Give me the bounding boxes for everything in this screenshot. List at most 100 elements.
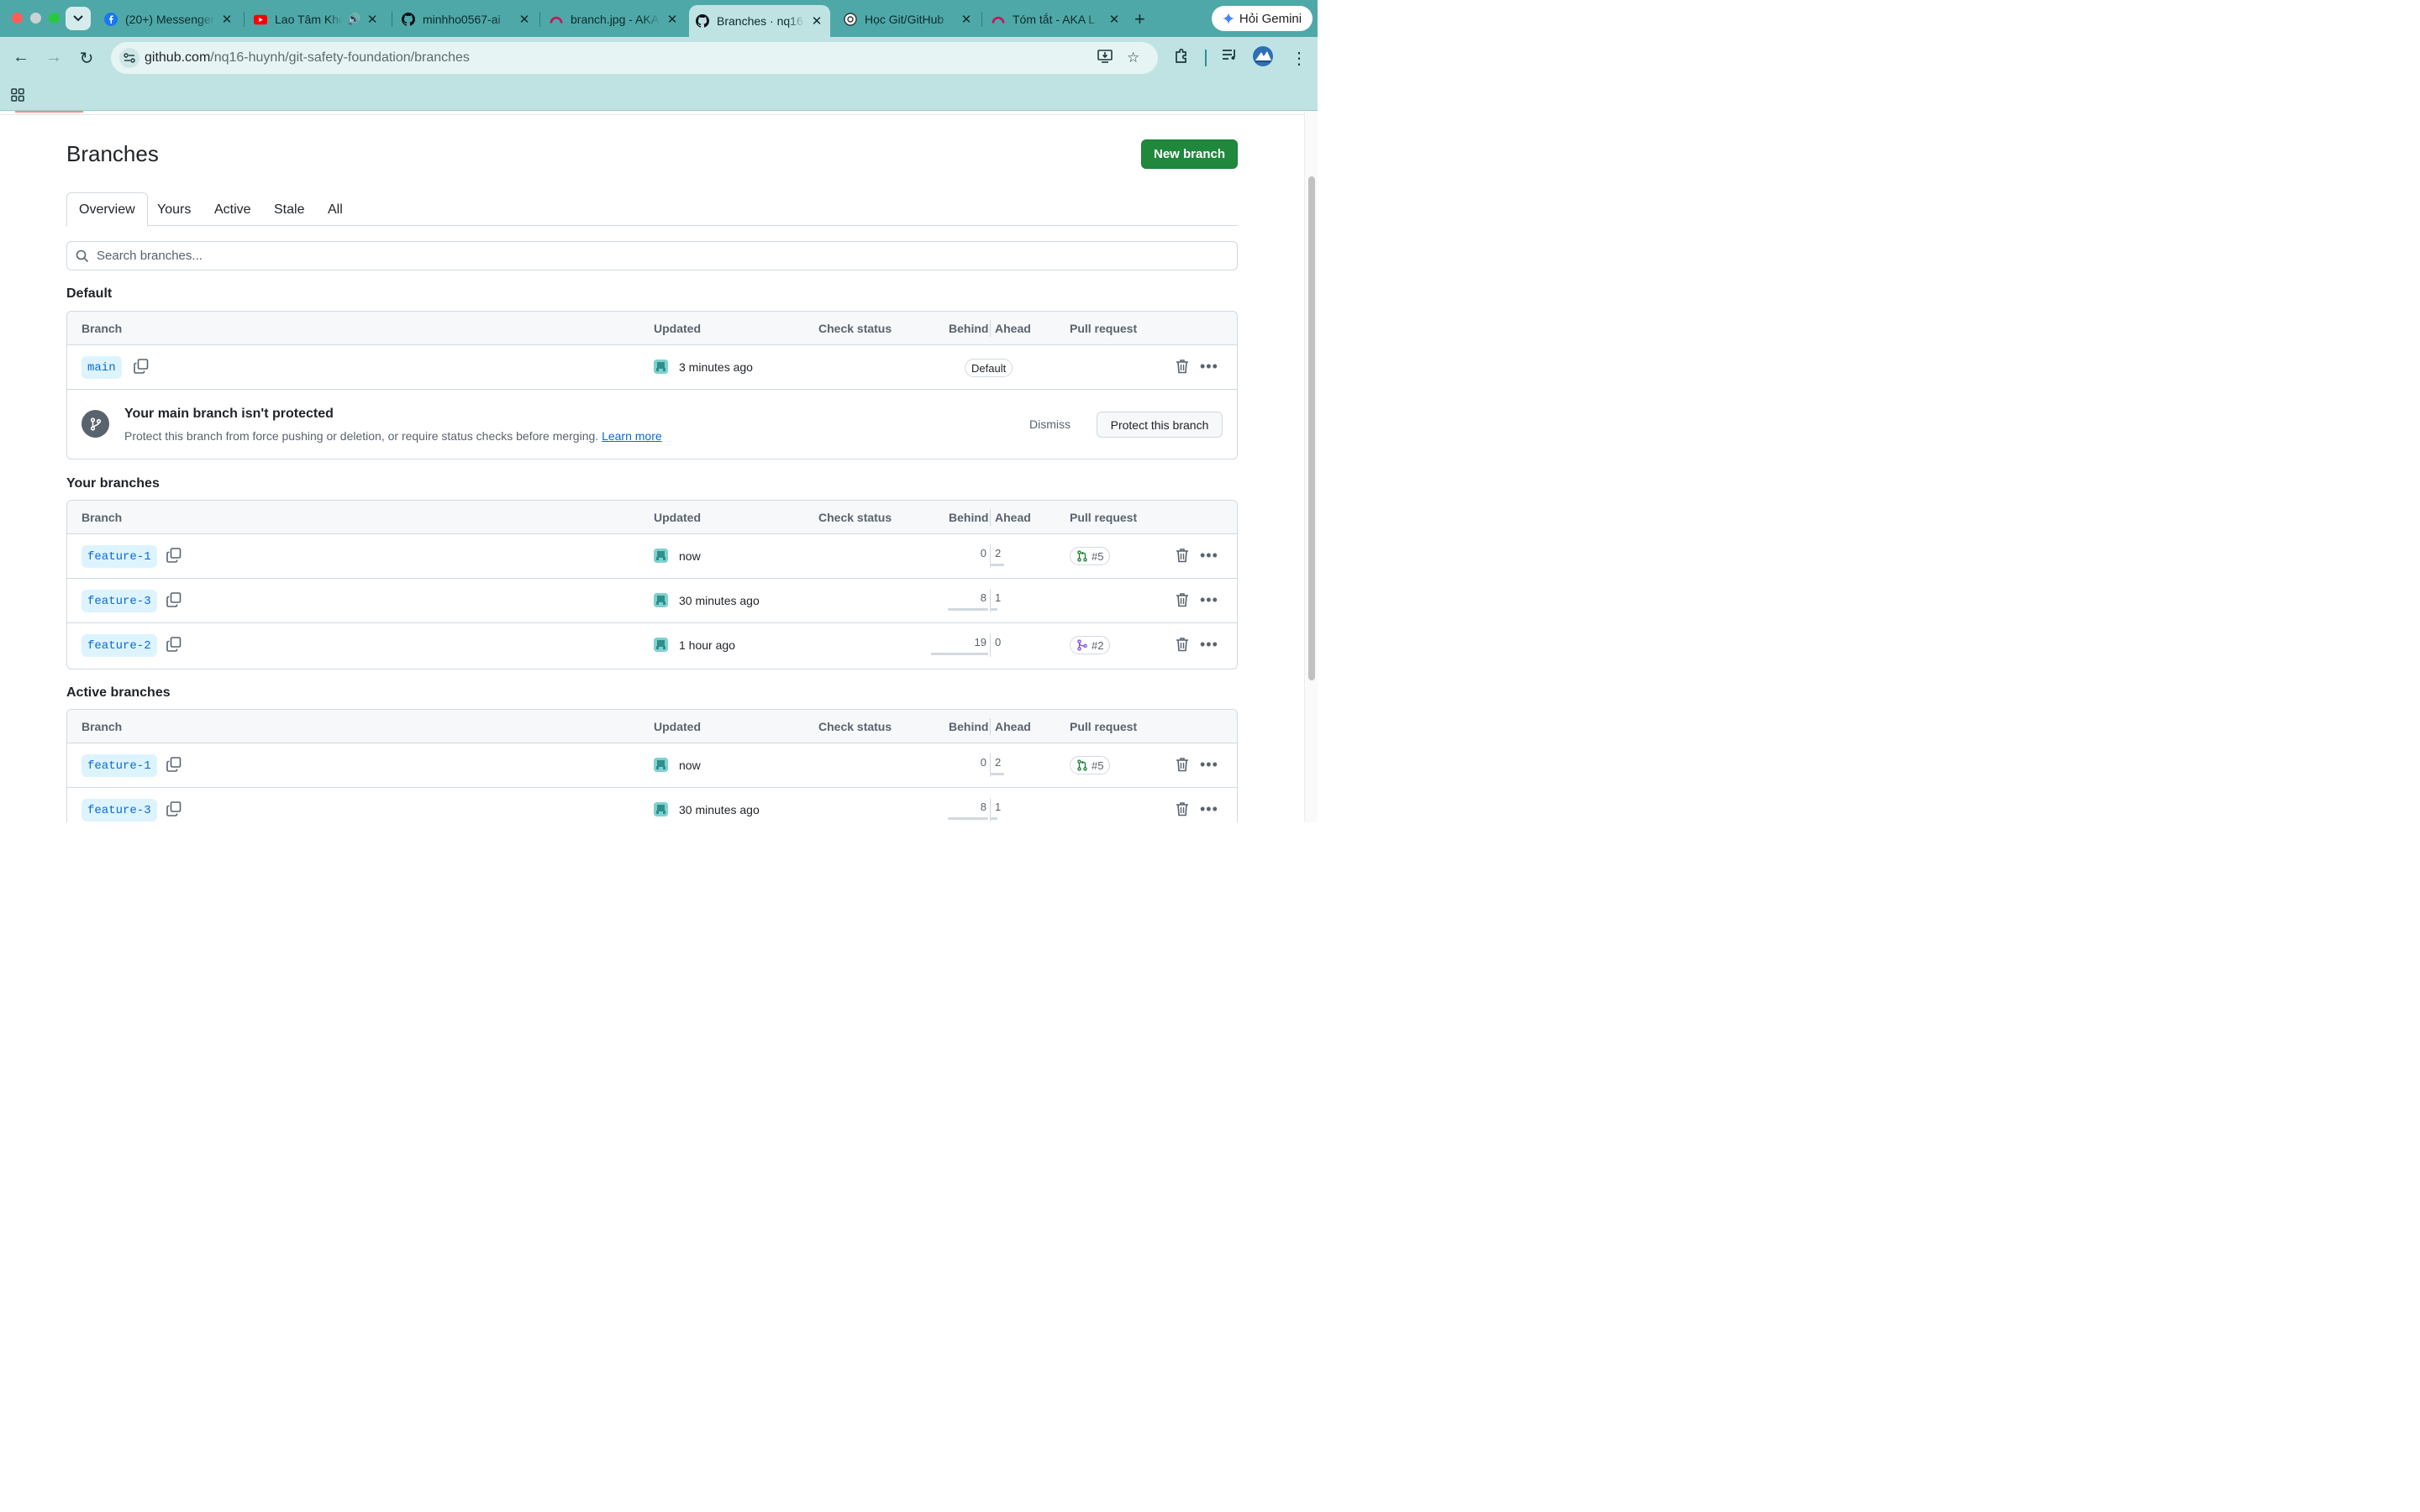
browser-tab[interactable]: Học Git/GitHub ✕ [837, 7, 980, 32]
close-tab-icon[interactable]: ✕ [666, 12, 679, 27]
avatar[interactable] [654, 638, 668, 652]
close-tab-icon[interactable]: ✕ [366, 12, 379, 27]
more-options-icon[interactable]: ••• [1200, 548, 1218, 563]
install-app-icon[interactable] [1097, 50, 1113, 68]
avatar[interactable] [654, 549, 668, 563]
column-updated: Updated [654, 720, 701, 733]
browser-tab[interactable]: branch.jpg - AKA ✕ [543, 7, 686, 32]
tab-active[interactable]: Active [203, 192, 263, 227]
tab-overview[interactable]: Overview [66, 192, 148, 227]
copy-icon[interactable] [166, 757, 182, 776]
profile-avatar[interactable] [1253, 46, 1273, 71]
more-options-icon[interactable]: ••• [1200, 801, 1218, 816]
pull-request-badge[interactable]: #2 [1070, 636, 1111, 654]
trash-icon[interactable] [1176, 592, 1189, 612]
new-tab-button[interactable]: + [1134, 8, 1145, 30]
browser-tab[interactable]: Tóm tắt - AKA L ✕ [985, 7, 1128, 32]
default-badge: Default [965, 359, 1013, 377]
ahead-bar [991, 608, 997, 611]
close-window-button[interactable] [12, 13, 23, 24]
branch-name-link[interactable]: feature-1 [82, 754, 157, 777]
close-tab-icon[interactable]: ✕ [960, 12, 973, 27]
forward-arrow-icon[interactable]: → [44, 48, 64, 67]
chevron-down-icon [73, 15, 83, 22]
minimize-window-button[interactable] [30, 13, 41, 24]
column-pull-request: Pull request [1070, 720, 1138, 733]
behind-count: 0 [980, 756, 986, 769]
youtube-icon [254, 13, 267, 26]
site-settings-icon[interactable] [119, 48, 139, 68]
tab-title: minhho0567-ai [423, 13, 501, 26]
reload-icon[interactable]: ↻ [76, 48, 97, 69]
tab-yours[interactable]: Yours [145, 192, 203, 227]
copy-icon[interactable] [166, 801, 182, 821]
branch-name-link[interactable]: feature-1 [82, 545, 157, 568]
trash-icon[interactable] [1176, 637, 1189, 656]
avatar[interactable] [654, 802, 668, 816]
avatar[interactable] [654, 360, 668, 374]
section-title-your-branches: Your branches [66, 476, 160, 491]
close-tab-icon[interactable]: ✕ [220, 12, 234, 27]
trash-icon[interactable] [1176, 548, 1189, 567]
copy-icon[interactable] [134, 359, 149, 378]
close-tab-icon[interactable]: ✕ [1107, 12, 1121, 27]
branch-name-link[interactable]: feature-2 [82, 634, 157, 657]
pull-request-badge[interactable]: #5 [1070, 547, 1111, 565]
search-branches-input[interactable] [97, 242, 1223, 270]
scrollbar-thumb[interactable] [1308, 176, 1315, 680]
branch-name-link[interactable]: main [82, 356, 122, 379]
speaker-icon[interactable]: 🔊 [347, 13, 360, 26]
bookmarks-bar [0, 79, 1318, 111]
pull-request-badge[interactable]: #5 [1070, 756, 1111, 774]
tab-search-button[interactable] [66, 7, 91, 30]
back-arrow-icon[interactable]: ← [11, 48, 31, 67]
more-options-icon[interactable]: ••• [1200, 757, 1218, 772]
page-scrollbar[interactable] [1304, 111, 1318, 822]
maximize-window-button[interactable] [49, 13, 60, 24]
copy-icon[interactable] [166, 637, 182, 656]
media-controls-icon[interactable] [1222, 48, 1239, 66]
more-options-icon[interactable]: ••• [1200, 637, 1218, 652]
git-branch-icon [82, 410, 109, 438]
bookmark-star-icon[interactable]: ☆ [1127, 50, 1139, 66]
branch-name-link[interactable]: feature-3 [82, 590, 157, 612]
tab-separator [981, 12, 982, 27]
browser-tab[interactable]: minhho0567-ai ✕ [395, 7, 538, 32]
active-repo-tab-underline [15, 111, 83, 113]
ahead-count: 1 [995, 801, 1002, 813]
copy-icon[interactable] [166, 592, 182, 612]
behind-count: 8 [980, 801, 986, 813]
dismiss-button[interactable]: Dismiss [1029, 417, 1071, 431]
apps-grid-icon[interactable] [11, 88, 24, 106]
close-tab-icon[interactable]: ✕ [518, 12, 531, 27]
updated-time: 30 minutes ago [679, 803, 760, 816]
branch-name-link[interactable]: feature-3 [82, 799, 157, 822]
protect-this-branch-button[interactable]: Protect this branch [1097, 412, 1223, 438]
extensions-puzzle-icon[interactable] [1173, 48, 1190, 69]
close-tab-icon[interactable]: ✕ [810, 13, 823, 29]
table-row: feature-3 30 minutes ago 8 1 ••• [67, 579, 1237, 623]
column-check-status: Check status [818, 511, 892, 524]
behind-count: 19 [974, 636, 986, 648]
pull-request-open-icon [1077, 550, 1087, 562]
avatar[interactable] [654, 593, 668, 607]
more-options-icon[interactable]: ••• [1200, 359, 1218, 374]
browser-tab[interactable]: (20+) Messenger ✕ [97, 7, 240, 32]
chatgpt-icon [844, 13, 857, 26]
trash-icon[interactable] [1176, 801, 1189, 821]
browser-tab[interactable]: Lao Tâm Khổ Tứ 🔊 ✕ [247, 7, 390, 32]
copy-icon[interactable] [166, 548, 182, 567]
new-branch-button[interactable]: New branch [1141, 139, 1238, 169]
address-bar[interactable]: github.com/nq16-huynh/git-safety-foundat… [111, 42, 1158, 74]
ask-gemini-button[interactable]: Hỏi Gemini [1212, 6, 1313, 31]
tab-stale[interactable]: Stale [262, 192, 316, 227]
avatar[interactable] [654, 758, 668, 772]
tab-all[interactable]: All [316, 192, 355, 227]
trash-icon[interactable] [1176, 359, 1189, 378]
trash-icon[interactable] [1176, 757, 1189, 776]
browser-tab-active[interactable]: Branches · nq16 ✕ [689, 5, 830, 37]
table-row: feature-3 30 minutes ago 8 1 ••• [67, 788, 1237, 822]
browser-menu-icon[interactable]: ⋮ [1291, 48, 1307, 69]
more-options-icon[interactable]: ••• [1200, 592, 1218, 607]
learn-more-link[interactable]: Learn more [602, 429, 662, 443]
